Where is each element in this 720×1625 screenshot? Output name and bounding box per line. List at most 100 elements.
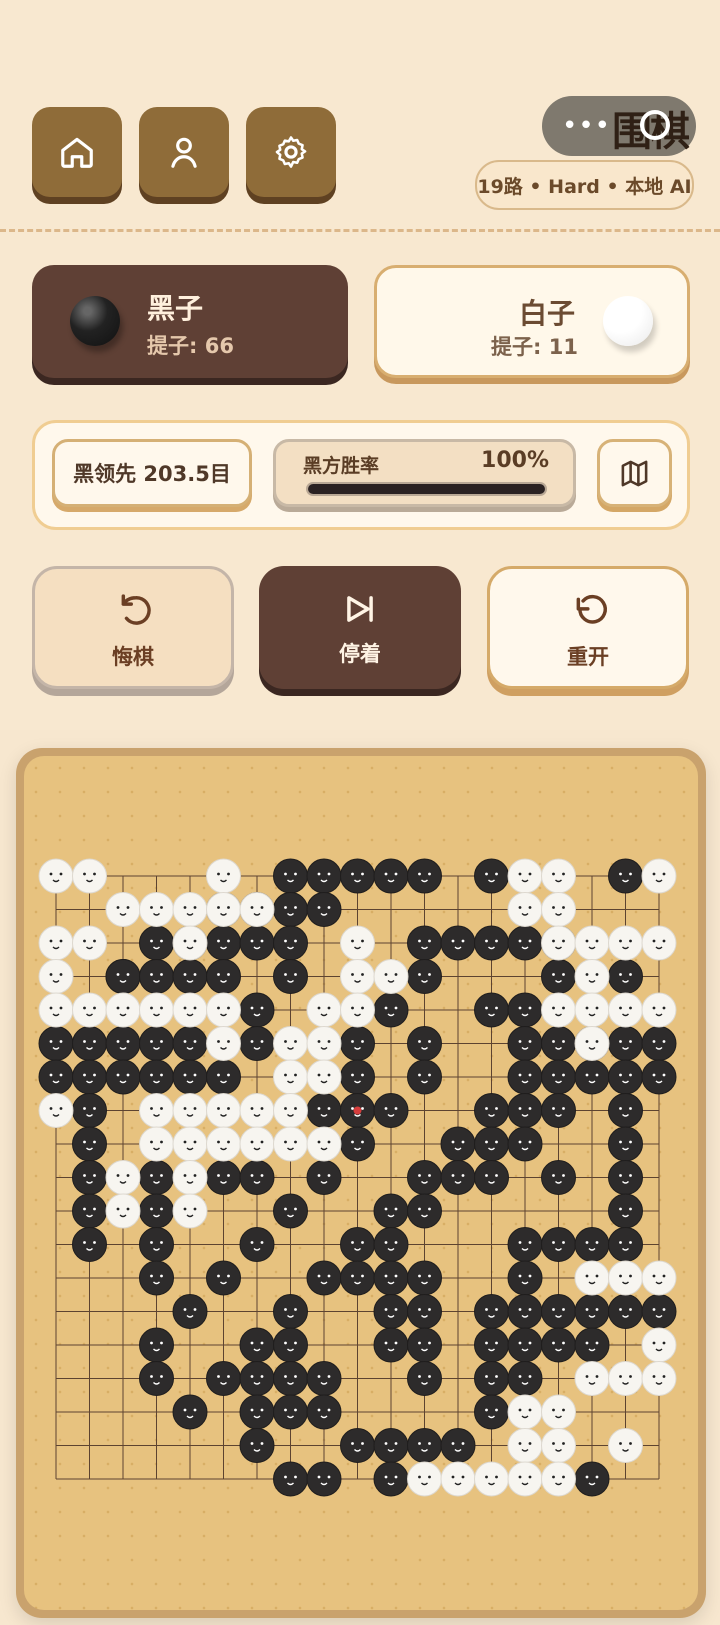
black-stone <box>541 1160 576 1195</box>
black-stone <box>373 1193 409 1229</box>
white-stone <box>541 1394 576 1430</box>
black-stone <box>474 1361 509 1396</box>
black-stone <box>373 1093 409 1128</box>
white-stone <box>239 1126 275 1162</box>
header-divider <box>0 229 720 232</box>
black-stone <box>608 1294 643 1329</box>
winrate-bar <box>306 482 547 496</box>
black-stone <box>507 1227 543 1262</box>
pass-icon <box>347 596 373 622</box>
white-stone <box>172 925 208 961</box>
white-stone <box>206 1026 241 1061</box>
black-stone <box>407 1361 442 1396</box>
black-stone <box>273 1394 308 1430</box>
black-stone <box>340 1126 375 1162</box>
white-stone <box>608 992 643 1028</box>
white-stone <box>273 1026 308 1061</box>
white-stone <box>273 1093 308 1128</box>
white-stone <box>574 1260 610 1296</box>
black-stone <box>206 959 241 994</box>
white-stone <box>38 959 74 994</box>
black-stone <box>407 1428 442 1463</box>
black-stone <box>72 1227 107 1262</box>
more-icon[interactable]: ••• <box>562 111 611 141</box>
restart-button[interactable]: 重开 <box>487 566 689 689</box>
black-stone <box>608 1227 643 1262</box>
pass-button[interactable]: 停着 <box>259 566 461 689</box>
profile-button[interactable] <box>139 107 229 197</box>
white-stone <box>608 1361 643 1396</box>
white-player-card: 白子 提子: 11 <box>374 265 690 378</box>
territory-map-button[interactable] <box>597 439 672 507</box>
black-stone <box>105 959 141 994</box>
white-stone <box>239 1093 275 1128</box>
black-stone <box>373 1461 409 1497</box>
black-stone <box>139 959 174 994</box>
black-player-card: 黑子 提子: 66 <box>32 265 348 378</box>
white-stone <box>306 992 342 1028</box>
white-stone <box>340 992 375 1028</box>
white-stone <box>239 892 275 927</box>
white-stone <box>172 1093 208 1128</box>
black-stone <box>172 1026 208 1061</box>
undo-button[interactable]: 悔棋 <box>32 566 234 689</box>
black-stone <box>72 1059 107 1095</box>
black-stone <box>574 1059 610 1095</box>
white-stone <box>139 992 174 1028</box>
black-stone <box>474 858 509 894</box>
black-stone <box>72 1160 107 1195</box>
black-stone <box>507 1260 543 1296</box>
black-stone <box>306 858 342 894</box>
white-stone <box>641 1361 677 1396</box>
black-stone <box>340 1260 375 1296</box>
white-stone <box>72 858 107 894</box>
white-stone <box>541 858 576 894</box>
home-button[interactable] <box>32 107 122 197</box>
black-stone <box>507 992 543 1028</box>
black-stone <box>306 1160 342 1195</box>
black-stone <box>574 1461 610 1497</box>
black-stone <box>608 1160 643 1195</box>
black-stone <box>105 1026 141 1061</box>
winrate-bar-fill <box>308 484 545 494</box>
white-stone <box>507 1461 543 1497</box>
black-stone <box>273 925 308 961</box>
black-stone <box>608 858 643 894</box>
white-stone <box>608 1428 643 1463</box>
black-stone <box>239 1160 275 1195</box>
black-stone <box>541 1327 576 1363</box>
restart-label: 重开 <box>567 645 609 669</box>
target-icon[interactable] <box>640 110 670 140</box>
black-stone <box>105 1059 141 1095</box>
black-stone <box>574 1327 610 1363</box>
black-stone <box>541 1059 576 1095</box>
black-stone <box>507 1026 543 1061</box>
black-stone <box>273 959 308 994</box>
white-stone <box>206 992 241 1028</box>
white-stone <box>172 1126 208 1162</box>
black-stone-icon <box>70 296 120 346</box>
white-stone <box>440 1461 476 1497</box>
black-stone <box>474 925 509 961</box>
go-board-grid[interactable] <box>24 756 698 1610</box>
go-board[interactable] <box>24 756 698 1610</box>
game-mode-badge: 19路 • Hard • 本地 AI <box>475 160 694 210</box>
white-stone <box>139 1126 174 1162</box>
settings-button[interactable] <box>246 107 336 197</box>
black-stone <box>239 992 275 1028</box>
white-stone <box>574 925 610 961</box>
black-captures: 提子: 66 <box>147 334 234 358</box>
white-stone <box>474 1461 509 1497</box>
black-stone <box>507 925 543 961</box>
black-stone <box>72 1126 107 1162</box>
black-stone <box>139 1026 174 1061</box>
black-stone <box>306 892 342 927</box>
black-stone <box>206 1361 241 1396</box>
black-stone <box>373 992 409 1028</box>
black-stone <box>641 1294 677 1329</box>
black-stone <box>608 1026 643 1061</box>
white-stone <box>206 892 241 927</box>
home-icon <box>61 137 93 168</box>
white-stone <box>541 992 576 1028</box>
black-stone <box>139 1260 174 1296</box>
